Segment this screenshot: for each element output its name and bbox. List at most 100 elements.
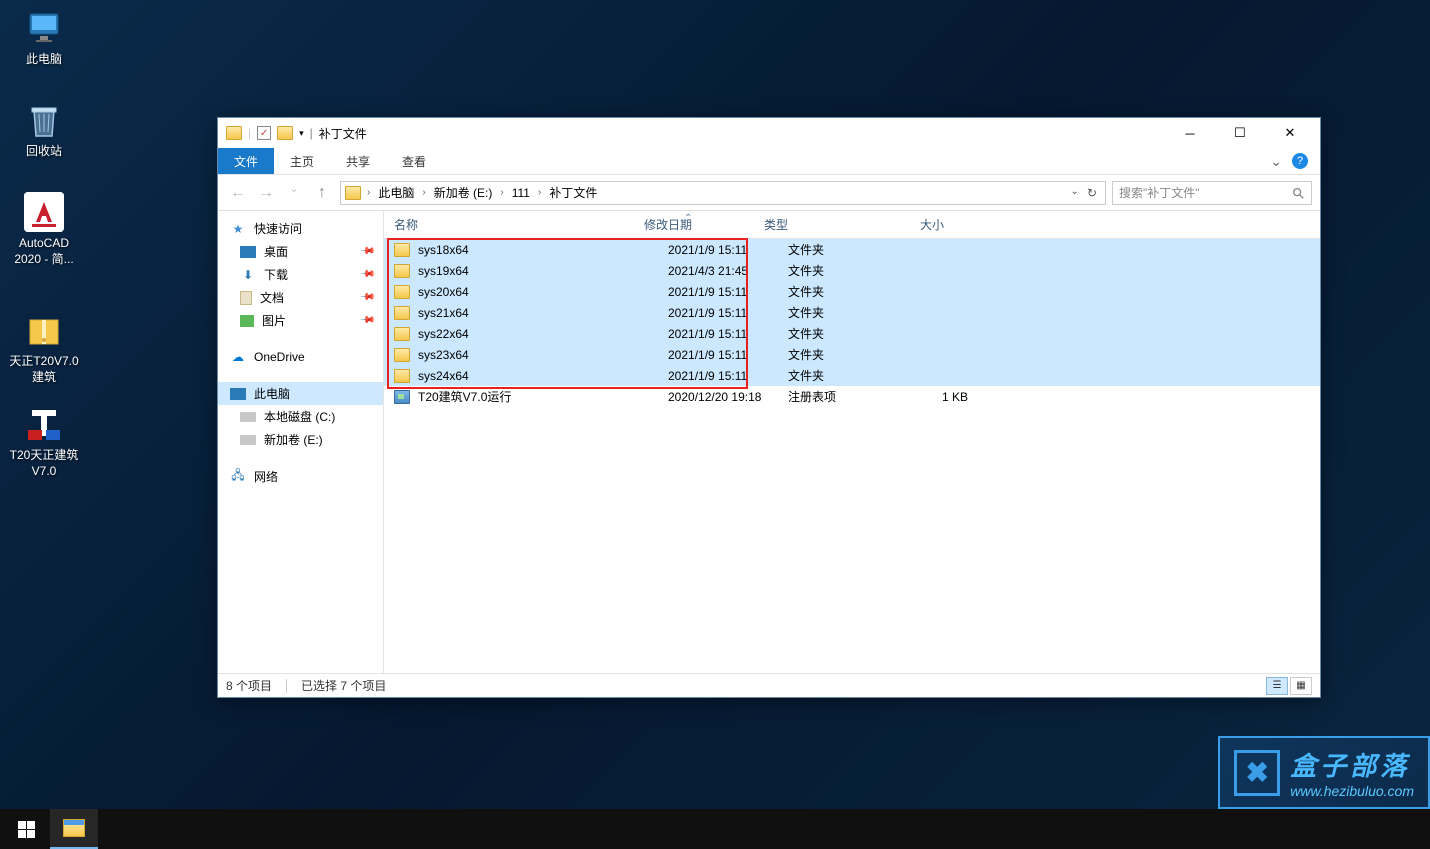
tab-view[interactable]: 查看 (386, 148, 442, 174)
tab-share[interactable]: 共享 (330, 148, 386, 174)
address-dropdown-icon[interactable]: ⌄ (1071, 186, 1079, 200)
registry-icon (394, 390, 410, 404)
qat-checkbox[interactable]: ✓ (257, 126, 271, 140)
desktop-icon-label: T20天正建筑 V7.0 (10, 448, 79, 479)
breadcrumb-arrow[interactable]: › (422, 187, 425, 198)
start-button[interactable] (2, 809, 50, 849)
sidebar-drive-e[interactable]: 新加卷 (E:) (218, 428, 383, 451)
file-type: 文件夹 (788, 262, 900, 279)
file-type: 文件夹 (788, 283, 900, 300)
file-name: sys21x64 (418, 306, 668, 320)
qat-dropdown[interactable]: ▾ (299, 128, 304, 139)
pin-icon: 📌 (358, 266, 375, 283)
folder-icon (345, 186, 361, 200)
windows-logo-icon (18, 821, 35, 838)
file-name: sys23x64 (418, 348, 668, 362)
breadcrumb-arrow[interactable]: › (538, 187, 541, 198)
file-name: sys24x64 (418, 369, 668, 383)
nav-row: ← → ⌄ ↑ › 此电脑 › 新加卷 (E:) › 111 › 补丁文件 ⌄ … (218, 175, 1320, 211)
column-size[interactable]: 大小 (876, 216, 956, 233)
file-row[interactable]: sys20x642021/1/9 15:11文件夹 (384, 281, 1320, 302)
sidebar-this-pc[interactable]: 此电脑 (218, 382, 383, 405)
tab-file[interactable]: 文件 (218, 148, 274, 174)
sidebar-label: 本地磁盘 (C:) (264, 408, 335, 425)
watermark-title: 盒子部落 (1290, 746, 1414, 783)
file-row[interactable]: sys22x642021/1/9 15:11文件夹 (384, 323, 1320, 344)
file-date: 2020/12/20 19:18 (668, 390, 788, 404)
ribbon-tabs: 文件 主页 共享 查看 ⌄ ? (218, 148, 1320, 174)
view-icons-button[interactable]: ▦ (1290, 677, 1312, 695)
file-row[interactable]: T20建筑V7.0运行2020/12/20 19:18注册表项1 KB (384, 386, 1320, 407)
file-date: 2021/1/9 15:11 (668, 369, 788, 383)
sidebar-label: OneDrive (254, 350, 305, 364)
breadcrumb-arrow[interactable]: › (367, 187, 370, 198)
nav-recent-dropdown[interactable]: ⌄ (282, 184, 306, 202)
titlebar-left: | ✓ ▾ | 补丁文件 (226, 125, 367, 142)
maximize-button[interactable]: ☐ (1222, 121, 1258, 145)
column-name[interactable]: 名称 (394, 216, 644, 233)
sidebar-pictures[interactable]: 图片 📌 (218, 309, 383, 332)
search-placeholder: 搜索"补丁文件" (1119, 184, 1200, 201)
tab-home[interactable]: 主页 (274, 148, 330, 174)
column-type[interactable]: 类型 (764, 216, 876, 233)
file-name: T20建筑V7.0运行 (418, 388, 668, 405)
nav-up-button[interactable]: ↑ (310, 184, 334, 202)
search-input[interactable]: 搜索"补丁文件" (1112, 181, 1312, 205)
watermark-logo-icon: ✖ (1234, 750, 1280, 796)
ribbon-expand-icon[interactable]: ⌄ (1270, 153, 1282, 170)
search-icon (1291, 186, 1305, 200)
file-type: 文件夹 (788, 241, 900, 258)
file-type: 文件夹 (788, 304, 900, 321)
refresh-icon[interactable]: ↻ (1087, 186, 1097, 200)
breadcrumb-segment[interactable]: 新加卷 (E:) (428, 184, 499, 201)
sidebar-downloads[interactable]: ⬇ 下载 📌 (218, 263, 383, 286)
sidebar-label: 网络 (254, 468, 278, 485)
help-icon[interactable]: ? (1292, 153, 1308, 169)
file-row[interactable]: sys24x642021/1/9 15:11文件夹 (384, 365, 1320, 386)
pin-icon: 📌 (358, 243, 375, 260)
view-details-button[interactable]: ☰ (1266, 677, 1288, 695)
file-date: 2021/4/3 21:45 (668, 264, 788, 278)
file-row[interactable]: sys19x642021/4/3 21:45文件夹 (384, 260, 1320, 281)
titlebar[interactable]: | ✓ ▾ | 补丁文件 ─ ☐ ✕ (218, 118, 1320, 148)
file-name: sys19x64 (418, 264, 668, 278)
sidebar-quick-access[interactable]: ★ 快速访问 (218, 217, 383, 240)
window-title: 补丁文件 (319, 125, 367, 142)
desktop-icon-label: 天正T20V7.0 建筑 (9, 354, 78, 385)
desktop-icon-t20-folder[interactable]: 天正T20V7.0 建筑 (6, 310, 82, 385)
sidebar-network[interactable]: 🖧 网络 (218, 465, 383, 488)
nav-forward-button[interactable]: → (254, 184, 278, 202)
status-bar: 8 个项目 已选择 7 个项目 ☰ ▦ (218, 673, 1320, 697)
desktop-icon-label: 此电脑 (26, 52, 62, 68)
sidebar-label: 新加卷 (E:) (264, 431, 323, 448)
desktop-icon-t20-shortcut[interactable]: T20天正建筑 V7.0 (6, 404, 82, 479)
breadcrumb-segment[interactable]: 此电脑 (372, 184, 420, 201)
address-bar[interactable]: › 此电脑 › 新加卷 (E:) › 111 › 补丁文件 ⌄ ↻ (340, 181, 1106, 205)
sidebar-desktop[interactable]: 桌面 📌 (218, 240, 383, 263)
desktop-icon-label: 回收站 (26, 144, 62, 160)
column-date[interactable]: 修改日期 (644, 216, 764, 233)
desktop-icon-this-pc[interactable]: 此电脑 (6, 8, 82, 68)
nav-back-button[interactable]: ← (226, 184, 250, 202)
breadcrumb-segment[interactable]: 111 (506, 186, 536, 200)
sidebar-label: 快速访问 (254, 220, 302, 237)
autocad-icon (24, 192, 64, 232)
folder-icon (394, 243, 410, 257)
file-row[interactable]: sys18x642021/1/9 15:11文件夹 (384, 239, 1320, 260)
breadcrumb-arrow[interactable]: › (500, 187, 503, 198)
sidebar-drive-c[interactable]: 本地磁盘 (C:) (218, 405, 383, 428)
minimize-button[interactable]: ─ (1172, 121, 1208, 145)
sidebar-documents[interactable]: 文档 📌 (218, 286, 383, 309)
file-date: 2021/1/9 15:11 (668, 306, 788, 320)
close-button[interactable]: ✕ (1272, 121, 1308, 145)
sidebar-onedrive[interactable]: ☁ OneDrive (218, 346, 383, 368)
breadcrumb-segment[interactable]: 补丁文件 (543, 184, 603, 201)
desktop-icon-recycle-bin[interactable]: 回收站 (6, 100, 82, 160)
titlebar-sep: | (310, 126, 313, 140)
file-row[interactable]: sys21x642021/1/9 15:11文件夹 (384, 302, 1320, 323)
trash-icon (24, 100, 64, 140)
file-date: 2021/1/9 15:11 (668, 327, 788, 341)
file-row[interactable]: sys23x642021/1/9 15:11文件夹 (384, 344, 1320, 365)
taskbar-explorer-button[interactable] (50, 809, 98, 849)
desktop-icon-autocad[interactable]: AutoCAD 2020 - 简... (6, 192, 82, 267)
